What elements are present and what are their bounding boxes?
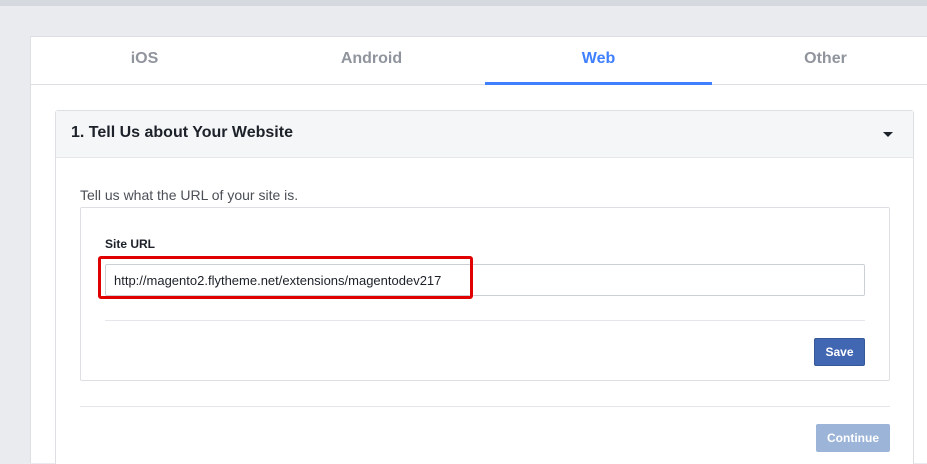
tab-web[interactable]: Web	[485, 37, 712, 85]
url-box-divider	[105, 320, 865, 321]
website-section-panel: 1. Tell Us about Your Website Tell us wh…	[55, 110, 914, 464]
platform-tabs: iOS Android Web Other	[31, 37, 927, 85]
site-url-label: Site URL	[105, 237, 156, 251]
caret-down-icon[interactable]	[883, 132, 893, 137]
tab-other[interactable]: Other	[712, 37, 927, 84]
top-border	[0, 0, 927, 6]
save-button[interactable]: Save	[814, 338, 865, 366]
footer-divider	[80, 406, 890, 407]
section-title: 1. Tell Us about Your Website	[71, 124, 293, 141]
continue-button[interactable]: Continue	[816, 424, 890, 452]
tab-android[interactable]: Android	[258, 37, 485, 84]
site-url-box: Site URL Save	[80, 207, 890, 381]
site-url-input[interactable]	[105, 264, 865, 296]
section-intro-text: Tell us what the URL of your site is.	[80, 187, 299, 203]
section-header[interactable]: 1. Tell Us about Your Website	[56, 111, 913, 158]
tab-ios[interactable]: iOS	[31, 37, 258, 84]
platform-setup-card: iOS Android Web Other 1. Tell Us about Y…	[30, 36, 927, 464]
